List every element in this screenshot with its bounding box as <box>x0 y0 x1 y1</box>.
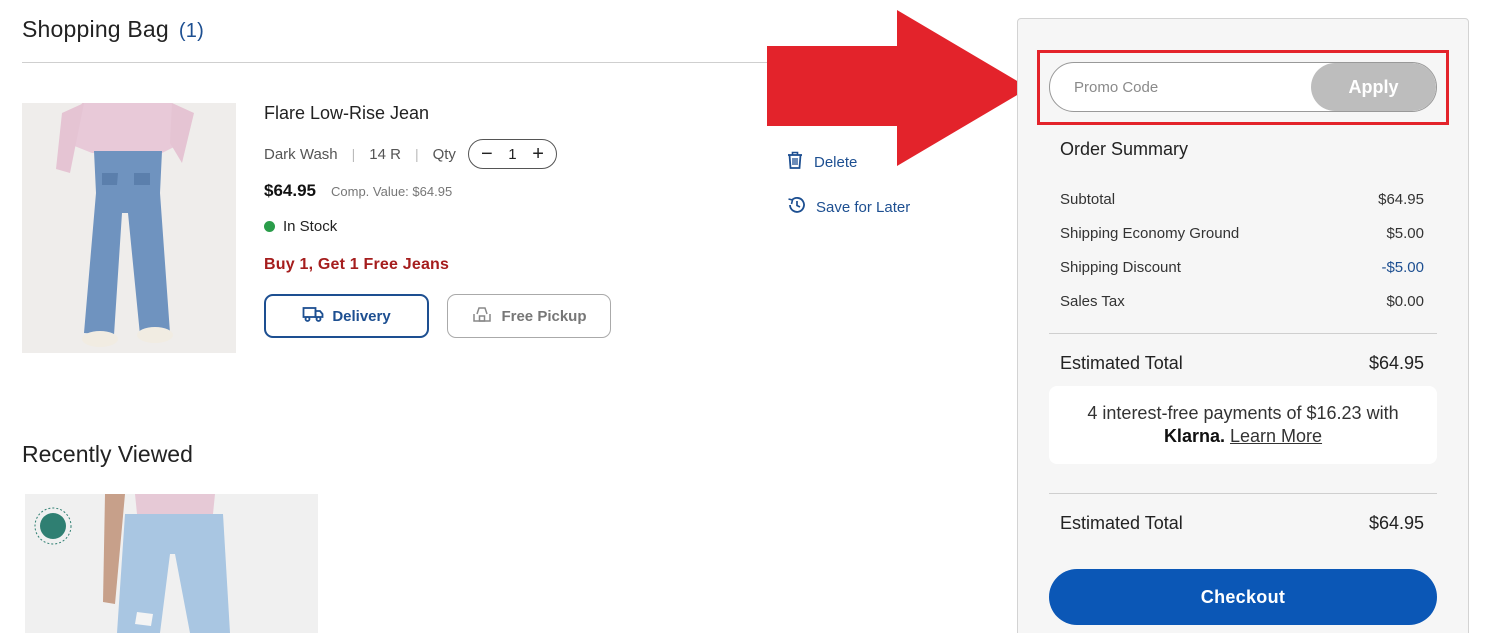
summary-row-sales-tax: Sales Tax $0.00 <box>1060 293 1424 310</box>
in-stock-dot-icon <box>264 221 275 232</box>
estimated-total-row-2: Estimated Total $64.95 <box>1060 513 1424 534</box>
promo-message: Buy 1, Get 1 Free Jeans <box>264 256 450 273</box>
decrease-qty-button[interactable]: − <box>481 144 493 164</box>
product-size: 14 R <box>369 145 401 163</box>
increase-qty-button[interactable]: + <box>532 144 544 164</box>
save-for-later-button[interactable]: Save for Later <box>786 195 910 219</box>
recently-viewed-title: Recently Viewed <box>22 441 193 467</box>
shopping-bag-title: Shopping Bag (1) <box>22 16 204 43</box>
store-pickup-icon <box>471 304 493 328</box>
stock-text: In Stock <box>283 218 338 235</box>
checkout-button[interactable]: Checkout <box>1049 569 1437 625</box>
bag-title-text: Shopping Bag <box>22 16 169 42</box>
order-summary-title: Order Summary <box>1060 139 1189 159</box>
klarna-brand: Klarna. <box>1163 426 1225 446</box>
qty-value: 1 <box>508 145 517 163</box>
product-image[interactable] <box>22 103 236 353</box>
shipping-discount-value: -$5.00 <box>1381 259 1424 276</box>
save-later-icon <box>786 195 806 219</box>
shipping-value: $5.00 <box>1386 225 1424 242</box>
header-divider <box>22 62 812 63</box>
estimated-total-label: Estimated Total <box>1060 353 1183 373</box>
klarna-payment-message: 4 interest-free payments of $16.23 with … <box>1049 386 1437 464</box>
sales-tax-value: $0.00 <box>1386 293 1424 310</box>
free-pickup-option-button[interactable]: Free Pickup <box>447 294 611 338</box>
subtotal-label: Subtotal <box>1060 191 1116 208</box>
stock-status: In Stock <box>264 218 337 235</box>
attr-separator: | <box>414 146 419 162</box>
sales-tax-label: Sales Tax <box>1060 293 1125 310</box>
bag-item-count: (1) <box>178 20 204 42</box>
shipping-label: Shipping Economy Ground <box>1060 225 1240 242</box>
estimated-total-row: Estimated Total $64.95 <box>1060 353 1424 374</box>
attr-separator: | <box>351 146 356 162</box>
summary-row-shipping: Shipping Economy Ground $5.00 <box>1060 225 1424 242</box>
promo-code-field: Apply <box>1049 62 1437 112</box>
truck-icon <box>302 305 324 327</box>
estimated-total-label-2: Estimated Total <box>1060 513 1183 533</box>
estimated-total-value-2: $64.95 <box>1368 513 1424 533</box>
delivery-option-button[interactable]: Delivery <box>264 294 429 338</box>
subtotal-value: $64.95 <box>1378 191 1424 208</box>
recently-viewed-product-image[interactable] <box>25 494 318 633</box>
save-for-later-label: Save for Later <box>816 198 911 216</box>
comp-value: Comp. Value: $64.95 <box>331 184 453 199</box>
pickup-label: Free Pickup <box>501 307 587 325</box>
quantity-stepper[interactable]: − 1 + <box>467 139 557 169</box>
apply-promo-button[interactable]: Apply <box>1311 63 1436 111</box>
product-price: $64.95 <box>264 181 316 200</box>
summary-row-subtotal: Subtotal $64.95 <box>1060 191 1424 208</box>
summary-divider <box>1049 493 1437 494</box>
klarna-learn-more-link[interactable]: Learn More <box>1230 426 1322 446</box>
red-arrow-annotation <box>767 10 1029 166</box>
product-attributes: Dark Wash | 14 R | Qty − 1 + <box>264 139 557 169</box>
qty-label: Qty <box>432 145 456 163</box>
summary-divider <box>1049 333 1437 334</box>
shipping-discount-label: Shipping Discount <box>1060 259 1181 276</box>
product-name[interactable]: Flare Low-Rise Jean <box>264 103 429 124</box>
promo-code-input[interactable] <box>1050 63 1330 111</box>
product-color: Dark Wash <box>264 145 338 163</box>
summary-row-shipping-discount: Shipping Discount -$5.00 <box>1060 259 1424 276</box>
klarna-text: 4 interest-free payments of $16.23 with <box>1087 403 1399 423</box>
estimated-total-value: $64.95 <box>1368 353 1424 373</box>
delivery-label: Delivery <box>332 307 391 325</box>
